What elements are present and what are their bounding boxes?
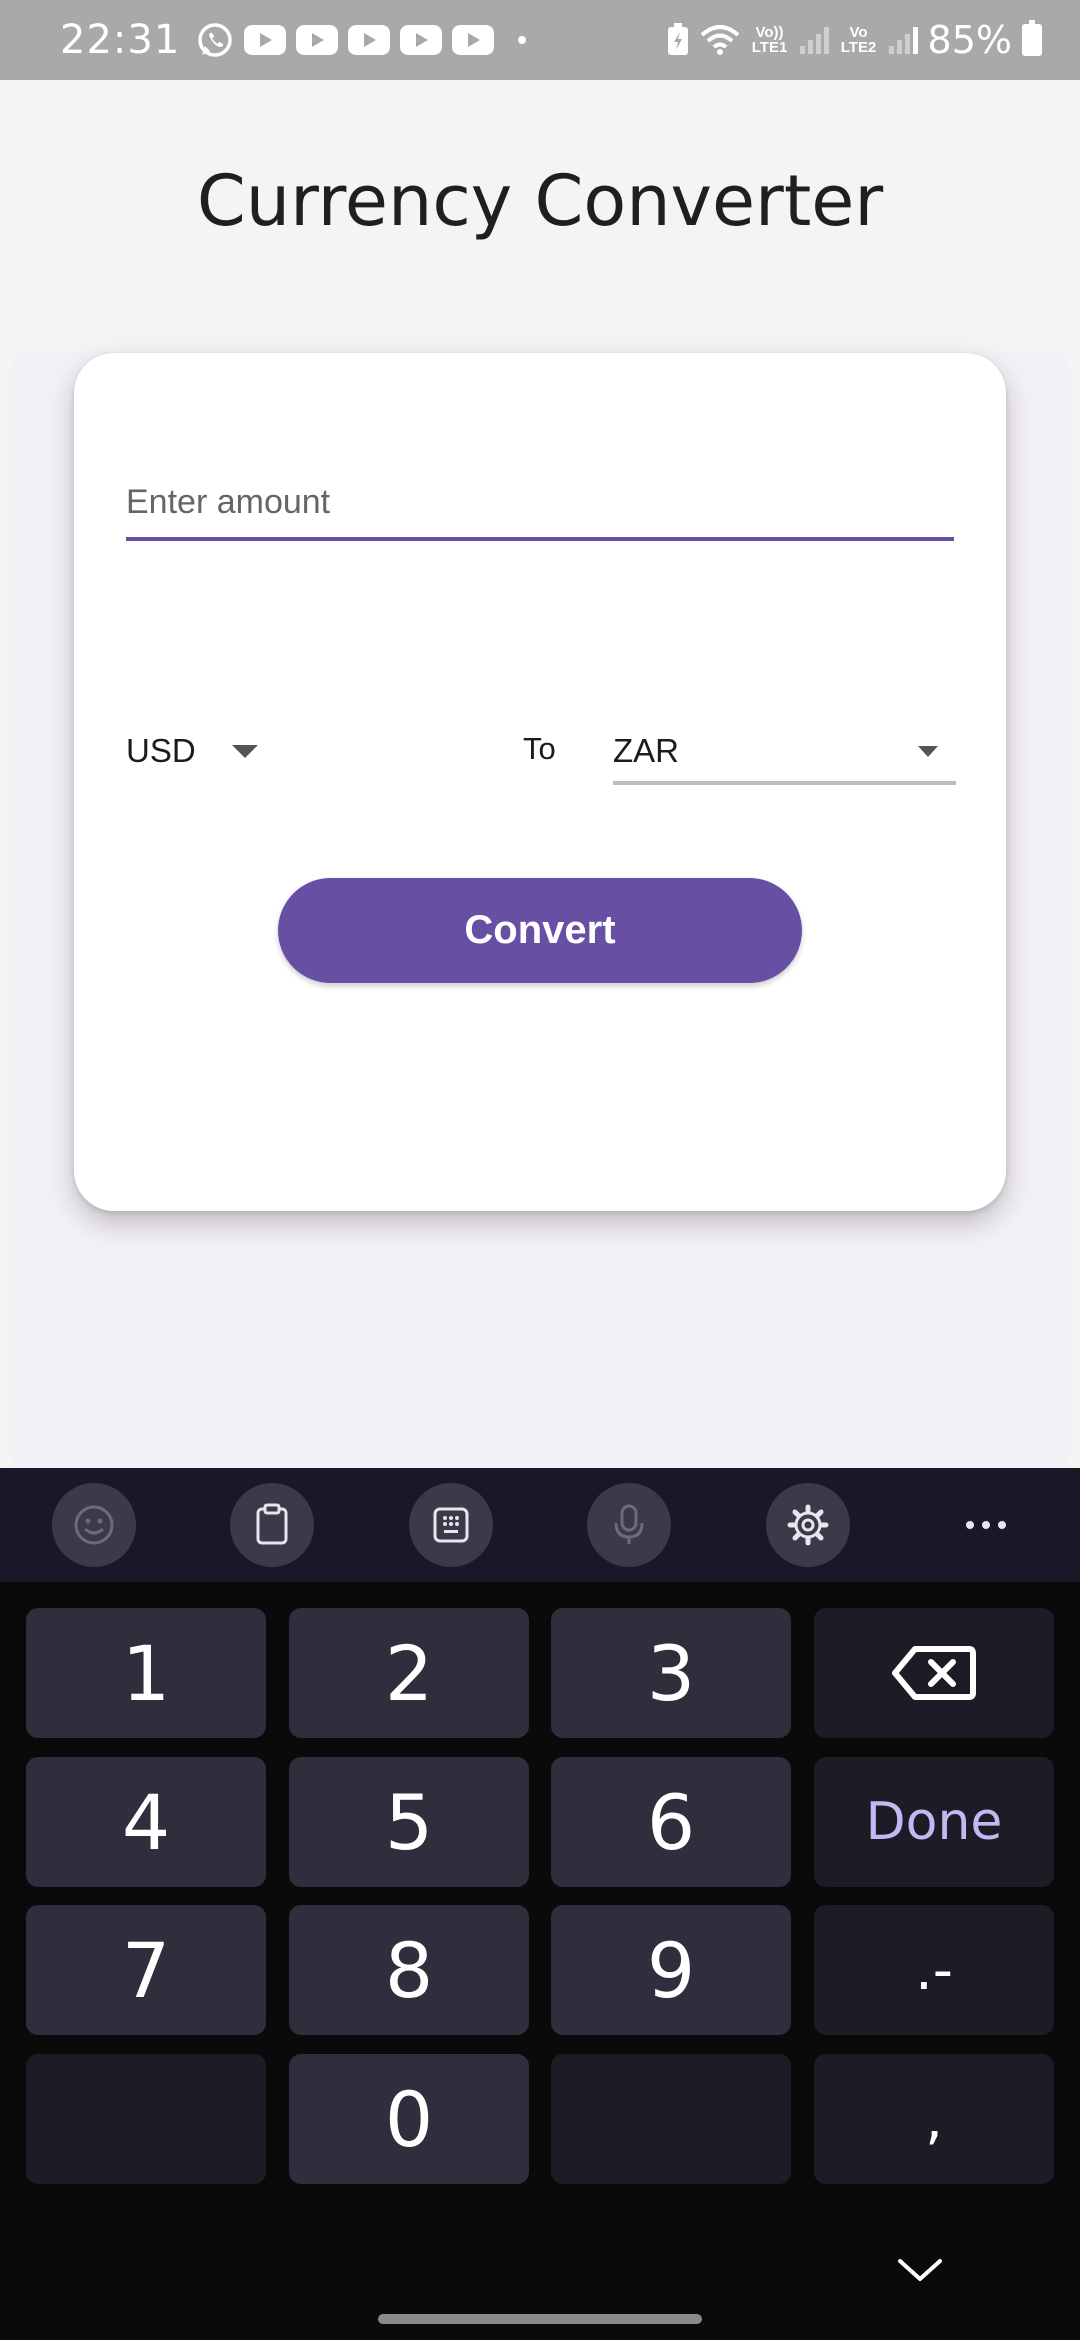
sim2-signal-icon bbox=[888, 26, 918, 54]
convert-button[interactable]: Convert bbox=[278, 878, 802, 983]
converter-card: USD To ZAR Convert bbox=[74, 353, 1006, 1211]
to-label: To bbox=[523, 731, 556, 766]
empty-key bbox=[551, 2054, 791, 2184]
keyboard-toolbar bbox=[0, 1468, 1080, 1582]
to-currency-dropdown[interactable]: ZAR bbox=[613, 721, 956, 785]
key-9[interactable]: 9 bbox=[551, 1905, 791, 2035]
backspace-icon bbox=[892, 1646, 976, 1700]
comma-key[interactable]: , bbox=[814, 2054, 1054, 2184]
currency-row: USD To ZAR bbox=[126, 721, 956, 791]
status-bar-left: 22:31 bbox=[60, 17, 527, 63]
backspace-key[interactable] bbox=[814, 1608, 1054, 1738]
key-0[interactable]: 0 bbox=[289, 2054, 529, 2184]
amount-field[interactable] bbox=[126, 483, 954, 541]
more-notifications-dot bbox=[518, 36, 527, 44]
emoji-icon[interactable] bbox=[52, 1483, 136, 1567]
status-bar-right: Vo)) LTE1 Vo LTE2 85% bbox=[666, 18, 1042, 62]
youtube-notification-icon bbox=[348, 25, 391, 55]
youtube-notification-icon bbox=[400, 25, 443, 55]
youtube-notification-icon bbox=[452, 25, 495, 55]
from-currency-dropdown[interactable]: USD bbox=[126, 721, 258, 781]
page-title: Currency Converter bbox=[196, 160, 884, 242]
key-3[interactable]: 3 bbox=[551, 1608, 791, 1738]
settings-icon[interactable] bbox=[765, 1483, 850, 1567]
amount-input[interactable] bbox=[126, 483, 954, 522]
screen: 22:31 Vo)) LTE1 Vo LTE2 85% Currency Con… bbox=[0, 0, 1080, 2340]
key-7[interactable]: 7 bbox=[26, 1905, 266, 2035]
key-2[interactable]: 2 bbox=[289, 1608, 529, 1738]
chevron-down-icon bbox=[918, 745, 938, 757]
done-key[interactable]: Done bbox=[814, 1757, 1054, 1887]
clock: 22:31 bbox=[60, 17, 181, 63]
status-bar: 22:31 Vo)) LTE1 Vo LTE2 85% bbox=[0, 0, 1080, 80]
key-6[interactable]: 6 bbox=[551, 1757, 791, 1887]
from-currency-value: USD bbox=[126, 732, 196, 769]
battery-percent: 85% bbox=[927, 18, 1012, 62]
sim2-network-label: Vo LTE2 bbox=[840, 24, 877, 56]
clipboard-icon[interactable] bbox=[230, 1483, 315, 1567]
to-currency-value: ZAR bbox=[613, 732, 679, 769]
key-5[interactable]: 5 bbox=[289, 1757, 529, 1887]
youtube-notification-icon bbox=[296, 25, 339, 55]
dot-dash-key[interactable]: .- bbox=[814, 1905, 1054, 2035]
empty-key bbox=[26, 2054, 266, 2184]
chevron-down-icon bbox=[231, 744, 258, 758]
wifi-icon bbox=[700, 25, 739, 55]
battery-icon bbox=[1022, 20, 1042, 56]
keypad-icon[interactable] bbox=[408, 1483, 493, 1567]
numeric-keyboard: 1 2 3 4 5 6 Done 7 8 9 .- 0 , bbox=[0, 1582, 1080, 2340]
home-indicator[interactable] bbox=[378, 2314, 702, 2324]
sim1-network-label: Vo)) LTE1 bbox=[751, 24, 788, 56]
sim1-signal-icon bbox=[799, 26, 829, 54]
key-4[interactable]: 4 bbox=[26, 1757, 266, 1887]
youtube-notification-icon bbox=[244, 25, 287, 55]
more-icon[interactable] bbox=[944, 1483, 1028, 1567]
key-8[interactable]: 8 bbox=[289, 1905, 529, 2035]
hide-keyboard-icon[interactable] bbox=[895, 2255, 945, 2285]
battery-saver-icon bbox=[667, 23, 688, 55]
whatsapp-icon bbox=[198, 23, 233, 57]
microphone-icon[interactable] bbox=[587, 1483, 672, 1567]
key-1[interactable]: 1 bbox=[26, 1608, 266, 1738]
